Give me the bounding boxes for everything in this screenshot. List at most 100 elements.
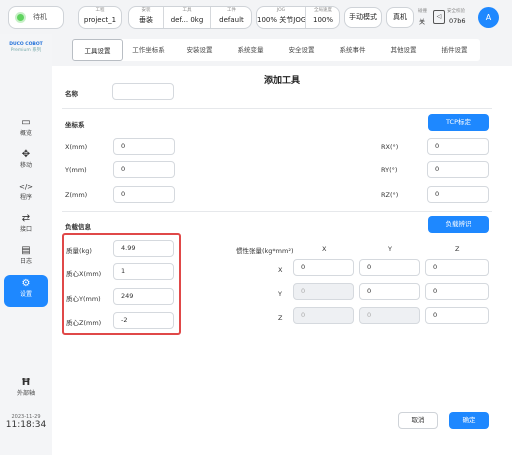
code-icon: </>: [18, 183, 34, 191]
tool-label: 工具: [182, 8, 192, 13]
global-speed-segment: 全局速度 100%: [305, 7, 340, 28]
sidebar-item-external-axis[interactable]: Ħ 外部轴: [0, 374, 52, 404]
z-input[interactable]: 0: [113, 186, 175, 203]
user-avatar[interactable]: A: [478, 7, 499, 28]
cancel-button[interactable]: 取消: [398, 412, 438, 429]
status-indicator-icon: [15, 12, 26, 23]
collision-value: 关: [419, 19, 426, 26]
calendar-icon: ▤: [21, 245, 31, 256]
jog-value: 100% 关节JOG: [257, 16, 307, 24]
inertia-xy-input[interactable]: 0: [359, 259, 420, 276]
tool-value: def... 0kg: [170, 16, 204, 24]
tool-segment: 工具 def... 0kg: [163, 7, 210, 28]
safety-label: 安全校验: [447, 9, 465, 14]
workpiece-segment: 工件 default: [210, 7, 252, 28]
confirm-button[interactable]: 确定: [449, 412, 489, 429]
ry-input[interactable]: 0: [427, 161, 489, 178]
inertia-row-z: Z: [278, 314, 283, 322]
y-label: Y(mm): [65, 166, 87, 174]
ry-label: RY(°): [381, 166, 398, 174]
project-pill[interactable]: 工程 project_1: [78, 6, 122, 29]
workpiece-label: 工件: [227, 8, 236, 13]
rz-label: RZ(°): [381, 191, 399, 199]
tcp-calibrate-button[interactable]: TCP标定: [428, 114, 489, 131]
inertia-row-y: Y: [278, 290, 282, 298]
tab-plugin-settings[interactable]: 插件设置: [429, 39, 480, 61]
top-status-bar: 待机 工程 project_1 安装 垂装 工具 def... 0kg 工件 d…: [0, 0, 512, 34]
workpiece-value: default: [219, 16, 244, 24]
install-value: 垂装: [139, 16, 153, 24]
install-tool-workpiece-pill[interactable]: 安装 垂装 工具 def... 0kg 工件 default: [128, 6, 252, 29]
inertia-zx-input: 0: [293, 307, 354, 324]
jog-label: JOG: [276, 8, 286, 13]
sidebar-item-move[interactable]: ✥ 移动: [0, 146, 52, 176]
project-label: 工程: [95, 8, 105, 13]
inertia-col-x: X: [322, 245, 327, 253]
inertia-zy-input: 0: [359, 307, 420, 324]
inertia-row-x: X: [278, 266, 283, 274]
jog-speed-pill[interactable]: JOG 100% 关节JOG 全局速度 100%: [256, 6, 340, 29]
y-input[interactable]: 0: [113, 161, 175, 178]
robot-arm-icon: Ħ: [21, 377, 31, 388]
install-label: 安装: [141, 8, 151, 13]
rx-input[interactable]: 0: [427, 138, 489, 155]
rx-label: RX(°): [381, 143, 399, 151]
rz-input[interactable]: 0: [427, 186, 489, 203]
tool-name-input[interactable]: [112, 83, 174, 100]
name-label: 名称: [65, 90, 78, 98]
inertia-col-z: Z: [455, 245, 460, 253]
payload-identify-button[interactable]: 负载辨识: [428, 216, 489, 233]
tab-work-coordinate[interactable]: 工作坐标系: [123, 39, 174, 61]
inertia-col-y: Y: [388, 245, 392, 253]
safety-value: 07b6: [449, 17, 466, 25]
highlight-box: [62, 233, 181, 335]
tab-system-variables[interactable]: 系统变量: [225, 39, 276, 61]
section-divider: [62, 211, 492, 212]
inertia-xz-input[interactable]: 0: [425, 259, 489, 276]
payload-section-title: 负载信息: [65, 223, 91, 231]
inertia-xx-input[interactable]: 0: [293, 259, 354, 276]
tab-other-settings[interactable]: 其他设置: [378, 39, 429, 61]
sidebar-item-interface[interactable]: ⇄ 接口: [0, 210, 52, 240]
inertia-tensor-label: 惯性张量(kg*mm²): [236, 247, 294, 255]
collision-indicator[interactable]: 碰撞 关: [418, 7, 432, 28]
tab-tool-settings[interactable]: 工具设置: [72, 39, 123, 61]
x-input[interactable]: 0: [113, 138, 175, 155]
global-speed-label: 全局速度: [314, 8, 332, 13]
section-divider: [62, 108, 492, 109]
sidebar: DUCO COBOT Premium 系列 ▭ 概览 ✥ 移动 </> 程序 ⇄…: [0, 34, 52, 455]
install-segment: 安装 垂装: [129, 7, 163, 28]
inertia-yy-input[interactable]: 0: [359, 283, 420, 300]
gear-icon: ⚙: [21, 278, 31, 289]
global-speed-value: 100%: [312, 16, 333, 24]
tab-list: 工具设置 工作坐标系 安装设置 系统变量 安全设置 系统事件 其他设置 插件设置: [72, 39, 480, 61]
jog-segment: JOG 100% 关节JOG: [257, 7, 307, 28]
clock: 2023-11-29 11:18:34: [0, 414, 52, 430]
z-label: Z(mm): [65, 191, 88, 199]
safety-check-indicator[interactable]: ◁ 安全校验 07b6: [433, 7, 473, 28]
inertia-zz-input[interactable]: 0: [425, 307, 489, 324]
manual-mode-button[interactable]: 手动模式: [344, 7, 382, 28]
x-label: X(mm): [65, 143, 88, 151]
sidebar-item-settings[interactable]: ⚙ 设置: [4, 275, 48, 307]
tab-system-events[interactable]: 系统事件: [327, 39, 378, 61]
shield-icon: ◁: [433, 10, 445, 24]
move-arrows-icon: ✥: [21, 149, 31, 160]
brand-logo: DUCO COBOT Premium 系列: [9, 42, 43, 53]
collision-label: 碰撞: [418, 9, 427, 14]
robot-status-text: 待机: [33, 13, 47, 21]
tab-install-settings[interactable]: 安装设置: [174, 39, 225, 61]
inertia-yz-input[interactable]: 0: [425, 283, 489, 300]
inertia-yx-input: 0: [293, 283, 354, 300]
project-value: project_1: [83, 16, 117, 24]
sidebar-item-overview[interactable]: ▭ 概览: [0, 114, 52, 144]
real-machine-button[interactable]: 真机: [386, 7, 414, 28]
swap-arrows-icon: ⇄: [21, 213, 31, 224]
tab-safety-settings[interactable]: 安全设置: [276, 39, 327, 61]
robot-status-pill[interactable]: 待机: [8, 6, 64, 29]
sidebar-item-program[interactable]: </> 程序: [0, 178, 52, 208]
coordinate-section-title: 坐标系: [65, 121, 85, 129]
sidebar-item-log[interactable]: ▤ 日志: [0, 242, 52, 272]
settings-tab-bar: 工具设置 工作坐标系 安装设置 系统变量 安全设置 系统事件 其他设置 插件设置: [52, 34, 512, 66]
time-text: 11:18:34: [5, 420, 47, 430]
